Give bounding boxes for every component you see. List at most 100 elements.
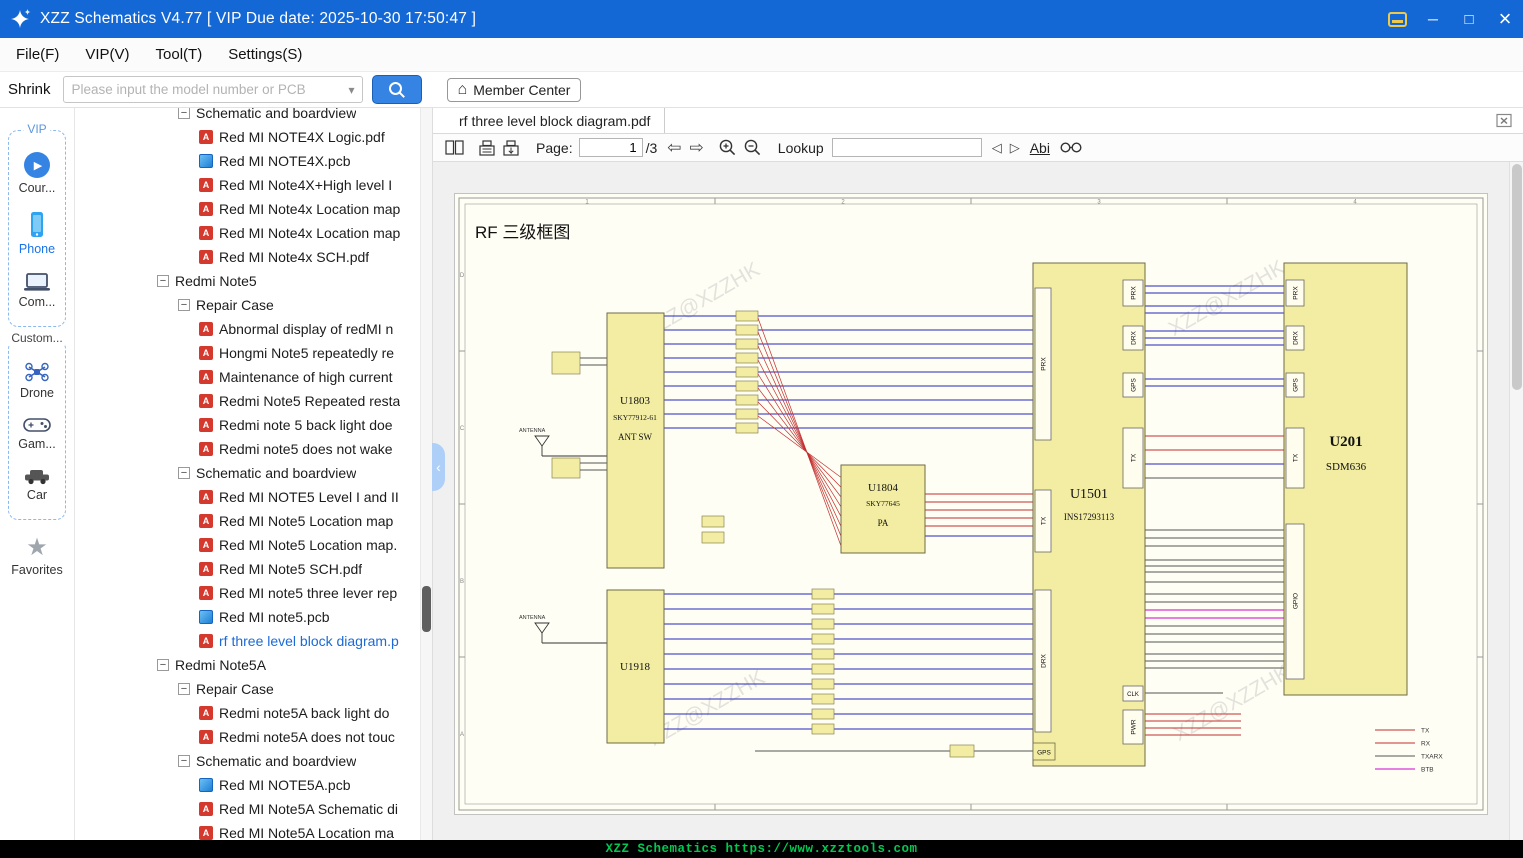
model-search-combobox[interactable]: ▾ [62, 76, 363, 103]
tree-scrollbar-thumb[interactable] [422, 586, 431, 632]
favorites-star-icon: ★ [26, 534, 48, 561]
tree-node[interactable]: − Repair Case [75, 677, 432, 701]
print-button[interactable] [478, 139, 496, 156]
collapse-icon[interactable]: − [178, 299, 190, 311]
sidebar-item-favorites[interactable]: ★ Favorites [11, 534, 62, 578]
page-number-input[interactable] [578, 138, 643, 157]
search-prev-button[interactable]: ◁ [992, 140, 1002, 156]
maximize-button[interactable]: □ [1451, 0, 1487, 38]
recharge-card-button[interactable] [1379, 0, 1415, 38]
collapse-icon[interactable]: − [178, 755, 190, 767]
tree-file[interactable]: A Redmi note5 does not wake [75, 437, 432, 461]
filter-box [735, 338, 759, 350]
pdf-file-icon: A [199, 802, 213, 816]
tree-file[interactable]: A Abnormal display of redMI n [75, 317, 432, 341]
filter-box [701, 531, 725, 544]
collapse-icon[interactable]: − [178, 683, 190, 695]
tree-scrollbar[interactable] [420, 108, 432, 840]
pdf-viewer[interactable]: 1 2 3 4 D C B A RF 三级框图 XZZ@XZZHK XZZ@XZ… [433, 162, 1523, 840]
viewer-scrollbar[interactable] [1509, 162, 1523, 840]
menu-file[interactable]: File(F) [16, 46, 59, 63]
tree-file[interactable]: A Red MI Note5 Location map. [75, 533, 432, 557]
tree-file[interactable]: A Red MI Note5A Schematic di [75, 797, 432, 821]
match-case-button[interactable]: Abi [1030, 140, 1050, 156]
sidebar-item-game[interactable]: Gam... [18, 416, 56, 451]
tree-file[interactable]: A Red MI NOTE5 Level I and II [75, 485, 432, 509]
menu-vip[interactable]: VIP(V) [85, 46, 129, 63]
minimize-button[interactable]: ─ [1415, 0, 1451, 38]
search-button[interactable] [371, 75, 422, 104]
dropdown-caret-icon[interactable]: ▾ [349, 83, 362, 97]
viewer-scrollbar-thumb[interactable] [1512, 164, 1522, 390]
antenna-label: ANTENNA ANTENNA [519, 428, 546, 621]
pdf-file-icon: A [199, 634, 213, 648]
tree-file[interactable]: A Red MI Note5A Location ma [75, 821, 432, 840]
tree-file[interactable]: A Red MI Note4x Location map [75, 197, 432, 221]
page-label: Page: [536, 139, 573, 156]
tree-node[interactable]: − Schematic and boardview [75, 749, 432, 773]
svg-text:TX: TX [1293, 453, 1300, 462]
tree-item-label: Maintenance of high current [219, 369, 393, 385]
binoculars-button[interactable] [1060, 141, 1082, 154]
zoom-in-button[interactable] [718, 138, 737, 157]
menu-settings[interactable]: Settings(S) [228, 46, 302, 63]
app-window: XZZ Schematics V4.77 [ VIP Due date: 202… [0, 0, 1523, 858]
sidebar-item-car[interactable]: Car [23, 467, 51, 502]
close-document-button[interactable] [1496, 113, 1513, 128]
svg-text:PRX: PRX [1293, 286, 1300, 300]
tree-file[interactable]: A Red MI Note4x Location map [75, 221, 432, 245]
search-next-button[interactable]: ▷ [1010, 140, 1020, 156]
filter-box [811, 588, 835, 600]
tree-item-label: Red MI Note5 SCH.pdf [219, 561, 363, 577]
svg-text:U1803: U1803 [620, 395, 650, 407]
shrink-button[interactable]: Shrink [8, 81, 51, 98]
tree-item-label: Red MI NOTE4X.pcb [219, 153, 351, 169]
prev-page-button[interactable]: ⇦ [667, 138, 681, 158]
tree-file[interactable]: A Redmi Note5 Repeated resta [75, 389, 432, 413]
tree-node[interactable]: − Redmi Note5A [75, 653, 432, 677]
svg-text:TX: TX [1421, 728, 1430, 735]
collapse-icon[interactable]: − [178, 467, 190, 479]
sidebar-item-course[interactable]: ▶ Cour... [19, 152, 55, 195]
tree-file[interactable]: Red MI note5.pcb [75, 605, 432, 629]
sidebar-item-drone[interactable]: Drone [20, 361, 54, 400]
tree-file[interactable]: A Redmi note5A back light do [75, 701, 432, 725]
two-page-view-button[interactable] [445, 140, 464, 155]
pdf-file-icon: A [199, 562, 213, 576]
close-button[interactable]: × [1487, 0, 1523, 38]
tree-node[interactable]: − Schematic and boardview [75, 108, 432, 125]
tree-file[interactable]: Red MI NOTE4X.pcb [75, 149, 432, 173]
copy-page-button[interactable] [502, 139, 520, 156]
model-search-input[interactable] [63, 82, 349, 97]
lookup-input[interactable] [831, 138, 982, 157]
tree-file[interactable]: Arf three level block diagram.p [75, 629, 432, 653]
gamepad-icon [23, 418, 51, 432]
tree-node[interactable]: − Schematic and boardview [75, 461, 432, 485]
menu-tool[interactable]: Tool(T) [156, 46, 203, 63]
collapse-panel-handle[interactable]: ‹ [432, 443, 445, 491]
tree-file[interactable]: A Maintenance of high current [75, 365, 432, 389]
sidebar-item-phone[interactable]: Phone [19, 211, 55, 256]
collapse-icon[interactable]: − [157, 275, 169, 287]
tree-node[interactable]: − Repair Case [75, 293, 432, 317]
tree-file[interactable]: A Hongmi Note5 repeatedly re [75, 341, 432, 365]
sidebar-item-computer[interactable]: Com... [19, 272, 55, 309]
filter-box [551, 351, 581, 375]
tree-file[interactable]: A Red MI Note4X+High level I [75, 173, 432, 197]
tree-file[interactable]: Red MI NOTE5A.pcb [75, 773, 432, 797]
tree-file[interactable]: A Red MI note5 three lever rep [75, 581, 432, 605]
next-page-button[interactable]: ⇨ [690, 138, 704, 158]
collapse-icon[interactable]: − [178, 108, 190, 119]
document-tab[interactable]: rf three level block diagram.pdf [433, 108, 666, 133]
tree-file[interactable]: A Redmi note 5 back light doe [75, 413, 432, 437]
tree-file[interactable]: A Red MI Note5 SCH.pdf [75, 557, 432, 581]
zoom-out-button[interactable] [743, 138, 762, 157]
collapse-icon[interactable]: − [157, 659, 169, 671]
tree-file[interactable]: A Redmi note5A does not touc [75, 725, 432, 749]
tree-file[interactable]: A Red MI Note5 Location map [75, 509, 432, 533]
tree-node[interactable]: − Redmi Note5 [75, 269, 432, 293]
pdf-toolbar: Page: /3 ⇦ ⇨ [433, 134, 1523, 162]
member-center-button[interactable]: ⌂ Member Center [446, 77, 582, 102]
tree-file[interactable]: A Red MI NOTE4X Logic.pdf [75, 125, 432, 149]
tree-file[interactable]: A Red MI Note4x SCH.pdf [75, 245, 432, 269]
